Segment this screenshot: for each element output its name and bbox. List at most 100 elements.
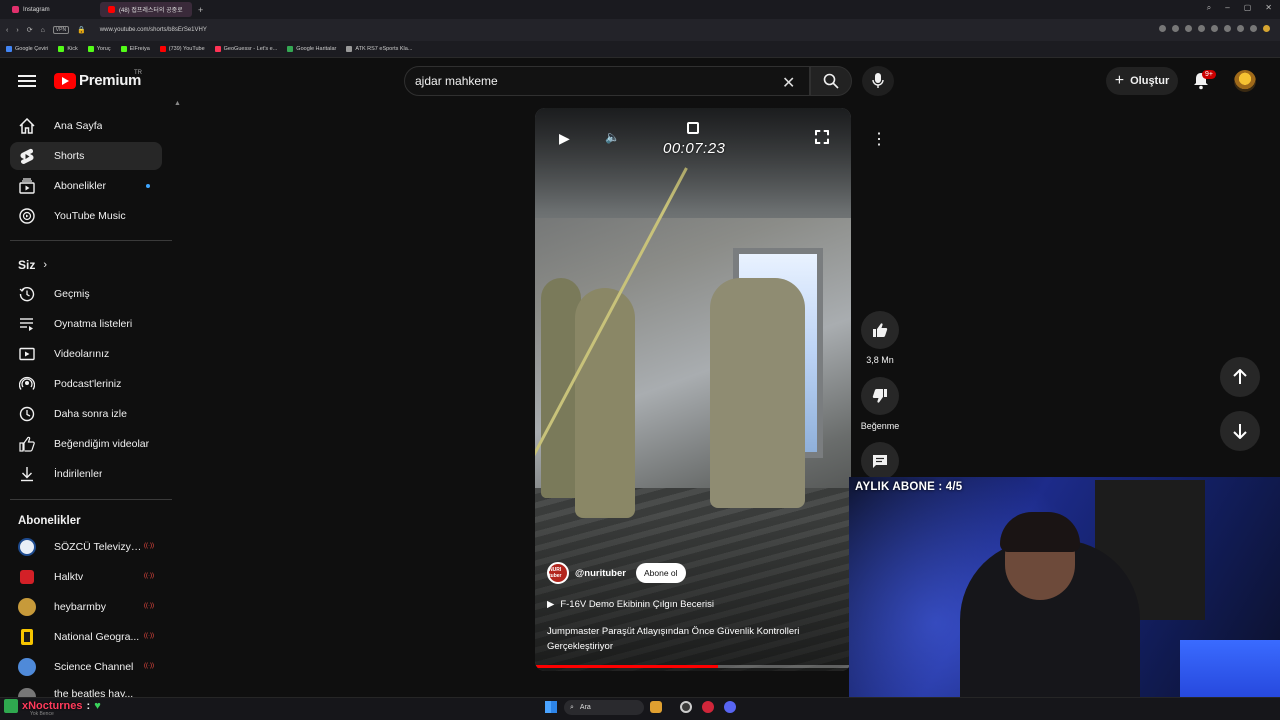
sidebar-item-downloads[interactable]: İndirilenler (10, 460, 162, 488)
sidebar-item-shorts[interactable]: Shorts (10, 142, 162, 170)
sidebar-divider (10, 499, 172, 500)
subscription-channel[interactable]: SÖZCÜ Televizyo... ((·)) (10, 533, 162, 561)
bookmark-item[interactable]: Google Çeviri (6, 46, 48, 52)
discord-icon[interactable] (724, 701, 736, 713)
clear-search-icon[interactable]: ✕ (782, 73, 795, 93)
downloads-icon (18, 465, 36, 483)
download-icon[interactable] (1237, 25, 1244, 32)
sidebar-item-youtube-music[interactable]: YouTube Music (10, 202, 162, 230)
sidebar-item-watch-later[interactable]: Daha sonra izle (10, 400, 162, 428)
bookmark-favicon-icon (6, 46, 12, 52)
tab-youtube[interactable]: (48) 접프레스터의 공중로 (100, 2, 192, 17)
url-field[interactable]: www.youtube.com/shorts/b8sErSe1VHY (100, 27, 207, 33)
bookmark-icon[interactable] (1224, 25, 1231, 32)
account-avatar[interactable] (1234, 70, 1256, 92)
dislike-action[interactable]: Beğenme (860, 377, 900, 431)
camera-icon[interactable] (1185, 25, 1192, 32)
heart-icon[interactable] (1211, 25, 1218, 32)
youtube-play-icon (54, 72, 76, 89)
subscription-channel[interactable]: National Geogra... ((·)) (10, 623, 162, 651)
subscriptions-icon (18, 177, 36, 195)
fullscreen-icon[interactable] (815, 130, 829, 144)
like-button[interactable] (861, 311, 899, 349)
channel-handle[interactable]: @nurituber (575, 568, 626, 579)
voice-search-button[interactable] (862, 66, 894, 96)
bookmark-item[interactable]: GeoGuessr - Let's e... (214, 46, 277, 52)
zoom-icon[interactable] (1159, 25, 1166, 32)
search-button[interactable] (810, 66, 852, 96)
subscribe-button[interactable]: Abone ol (635, 563, 686, 583)
search-input[interactable]: ajdar mahkeme (404, 66, 810, 96)
more-options-icon[interactable]: ⋮ (864, 124, 894, 154)
browser-tab-bar: Instagram (48) 접프레스터의 공중로 + ⌕ – ▢ ✕ (0, 0, 1280, 19)
share-icon[interactable] (1172, 25, 1179, 32)
forward-icon[interactable]: › (16, 27, 18, 34)
next-short-button[interactable] (1220, 411, 1260, 451)
hamburger-menu-icon[interactable] (18, 72, 36, 90)
minimize-icon[interactable]: – (1225, 3, 1229, 13)
menu-icon[interactable] (1250, 25, 1257, 32)
sidebar-item-subscriptions[interactable]: Abonelikler (10, 172, 162, 200)
dislike-button[interactable] (861, 377, 899, 415)
home-browser-icon[interactable]: ⌂ (41, 27, 45, 34)
file-explorer-icon[interactable] (650, 701, 662, 713)
opera-browser-icon[interactable] (702, 701, 714, 713)
youtube-premium-logo[interactable]: Premium TR (54, 70, 142, 89)
create-button[interactable]: + Oluştur (1106, 67, 1178, 95)
sidebar-item-your-videos[interactable]: Videolarınız (10, 340, 162, 368)
bookmark-item[interactable]: (739) YouTube (159, 46, 205, 52)
sidebar-item-liked-videos[interactable]: Beğendiğim videolar (10, 430, 162, 458)
channel-avatar[interactable]: NURI tuber (547, 562, 569, 584)
monthly-sub-goal: AYLIK ABONE : 4/5 (855, 481, 963, 493)
subscription-channel[interactable]: heybarmby ((·)) (10, 593, 162, 621)
maximize-icon[interactable]: ▢ (1244, 3, 1252, 13)
previous-short-button[interactable] (1220, 357, 1260, 397)
bookmark-item[interactable]: Yoruç (87, 46, 111, 52)
sidebar-item-playlists[interactable]: Oynatma listeleri (10, 310, 162, 338)
subscription-channel[interactable]: Science Channel ((·)) (10, 653, 162, 681)
bookmark-item[interactable]: Google Haritalar (287, 46, 336, 52)
search-tabs-icon[interactable]: ⌕ (1207, 3, 1211, 13)
sidebar-item-home[interactable]: Ana Sayfa (10, 112, 162, 140)
like-count: 3,8 Mn (866, 355, 894, 365)
subscriptions-heading: Abonelikler (18, 515, 81, 527)
new-tab-icon[interactable]: + (198, 5, 203, 15)
sidebar-divider (10, 240, 172, 241)
vpn-badge[interactable]: VPN (52, 26, 70, 34)
shorts-video-player[interactable]: ▶ 🔈 00:07:23 NURI tuber @nurituber Abone… (535, 108, 851, 671)
like-action[interactable]: 3,8 Mn (860, 311, 900, 365)
back-icon[interactable]: ‹ (6, 27, 8, 34)
reload-icon[interactable]: ⟳ (27, 26, 33, 34)
live-indicator-icon: ((·)) (144, 603, 154, 609)
subscription-channel[interactable]: the beatles hay... (10, 683, 162, 697)
channel-avatar (21, 629, 33, 645)
playlists-icon (18, 315, 36, 333)
eye-icon[interactable] (1198, 25, 1205, 32)
video-overlay-timestamp: 00:07:23 (663, 140, 726, 157)
search-query: ajdar mahkeme (415, 74, 498, 88)
sidebar-item-history[interactable]: Geçmiş (10, 280, 162, 308)
comments-button[interactable] (861, 442, 899, 480)
bookmark-item[interactable]: ElFreiya (120, 46, 150, 52)
close-window-icon[interactable]: ✕ (1265, 3, 1272, 13)
bookmark-item[interactable]: Kick (58, 46, 78, 52)
mini-player-icon[interactable] (687, 122, 699, 134)
taskbar-search[interactable]: ⌕ Ara (564, 700, 644, 715)
linked-video-title: F-16V Demo Ekibinin Çılgın Becerisi (560, 599, 714, 610)
tab-instagram[interactable]: Instagram (4, 2, 96, 17)
channel-avatar (18, 658, 36, 676)
volume-icon[interactable]: 🔈 (605, 130, 620, 144)
app-icon[interactable] (680, 701, 692, 713)
linked-play-icon: ▶ (547, 599, 555, 610)
comments-action[interactable] (860, 442, 900, 480)
linked-video[interactable]: ▶ F-16V Demo Ekibinin Çılgın Becerisi (547, 599, 714, 610)
play-icon[interactable]: ▶ (559, 130, 570, 147)
profile-icon[interactable] (1263, 25, 1270, 32)
you-section-heading[interactable]: Siz › (18, 258, 47, 272)
subscription-channel[interactable]: Halktv ((·)) (10, 563, 162, 591)
chevron-right-icon: › (43, 259, 48, 271)
bookmark-item[interactable]: ATK RS7 eSports Kla... (346, 46, 412, 52)
sidebar-item-podcasts[interactable]: Podcast'leriniz (10, 370, 162, 398)
windows-start-icon[interactable] (545, 701, 557, 713)
notification-badge: 9+ (1202, 70, 1216, 79)
